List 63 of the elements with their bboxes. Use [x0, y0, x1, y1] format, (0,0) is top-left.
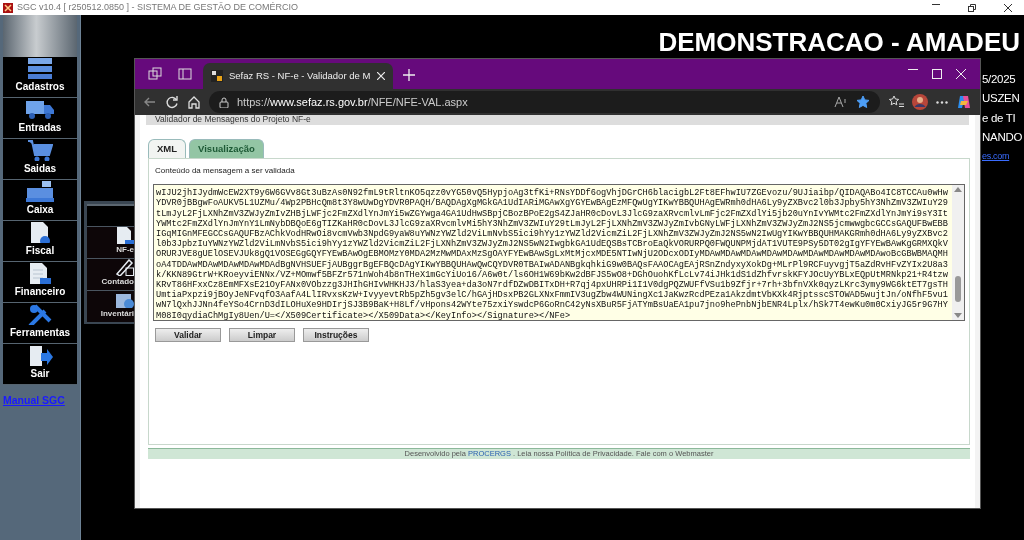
minimize-icon[interactable]	[908, 69, 918, 71]
sidebar-item[interactable]: Fiscal	[3, 221, 77, 262]
read-aloud-icon[interactable]	[834, 96, 848, 108]
more-menu-icon[interactable]	[936, 100, 948, 104]
tab[interactable]: Visualização	[189, 139, 264, 159]
window-title: SGC v10.4 [ r250512.0850 ] - SISTEMA DE GESTÃO DE COMÉRCIO	[17, 0, 299, 14]
copilot-icon[interactable]	[956, 94, 972, 110]
database-icon	[26, 57, 54, 79]
tools-icon	[27, 303, 53, 325]
document-icon	[117, 227, 134, 244]
sidebar-item[interactable]: Financeiro	[3, 262, 77, 303]
banner-title: DEMONSTRACAO - AMADEU	[658, 26, 1020, 59]
action-button[interactable]: Instruções	[303, 328, 369, 343]
pen-icon	[116, 259, 134, 276]
message-field[interactable]: wIJU2jhIJydmWcEW2XT9y6W6GVv8Gt3uBzAs0N92fmL9tRltnKO5qzz0vYG50vQ5HypjoAg3tfKi+RNsYDDf6ogVhjDGrCH6blacigbL2Ft8EFhwIU7ZGEvozu/9UJiaibp/QIDAQABo4IC8TCCAu0wHwYDVR0jBBgwFoAUKV5L1UZMu/4Wp2PBHcQm8t3Y8wUwDgYDVR0PAQH/BAQDAgXgMGkGA1UdIARiMGAwXgYGYEwBAgEzMFQwUgYIKwYBBQUHAgEWRmh0dHA6Ly9yZXBvc2l0b3Jpby5hY3NhZmV3ZWIuY29tLmJyL2FjLXNhZmV3ZWJyZmIvZHBjLWFjc2FmZXdlYnJmYi5wZGYwga4GA1UdHwSBpjCBozBPoE2gS4ZJaHR0cDovL3JlcG9zaXRvcmlvLmFjc2FmZXdlYi5jb20uYnIvYWMtc2FmZXdlYnJmYi9sY3ItYWMtc2FmZXdlYnJmYnY1LmNybDBQoE6gTIZKaHR0cDovL3JlcG9zaXRvcmlvMi5hY3NhZmV3ZWIuY29tLmJyL2FjLXNhZmV3ZWJyZmIvbGNyLWFjLXNhZmV3ZWJyZmJ2NS5jcmwwgbcGCCsGAQUFBwEBBIGqMIGnMFEGCCsGAQUFBzAChkVodHRwOi8vcmVwb3NpdG9yaW8uYWNzYWZld2ViLmNvbS5ici9hYy1zYWZld2VicmZiL2FjLXNhZmV3ZWJyZmJ2NS5wN2IwUgYIKwYBBQUHMAKGRmh0dHA6Ly9yZXBvc2l0b3JpbzIuYWNzYWZld2ViLmNvbS5ici9hYy1zYWZld2VicmZiL2FjLXNhZmV3ZWJyZmJ2NS5wN2IwgbkGA1UdEQSBsTCBroEaQkVORURPQ0FWQUNPMjdAT1VUTE9PSy5DT02gIgYFYEwBAwKgGRMXQkVORURJVE8gUElOSEVJUk8gQ1VOSEGgGQYFYEwBAwOgEBMOMzY0MDA2MzMwMDAxMzSgOAYFYEwBAwSgLxMtMjcxMDE5NTIwNjU2ODcxODIyMDAwMDAwMDAwMDAwMDAwMDAwMDAwMDAwMDAwoBcGBWBMAQMHoA4TDDAwMDAwMDAwMDAwMDAdBgNVHSUEFjAUBggrBgEFBQcDAgYIKwYBBQUHAwQwCQYDVR0TBAIwADANBgkqhkiG9w0BAQsFAAOCAgEAjRSnZndyxyXokDg+MLrPl9RCFuyvgjT5aZdRvHFvZYIx2U8a3k/KKN89GtrW+KRoeyviENNx/VZ+MOmwf5BFZr571nWoh4b8nTHeX1mGcYiUo16/A6w0t/ls6OH1W69bKw2dBFJS5wO8+DGhOuohKfLcLv74iJHk1dS1dZhfvrskKFYJOcUyYBLxEQpUtMRNkp21+R4tzwKRvT86HFxxCz8EmMFXsE21OyFANx0VObzzg3JHIhGHIvWHKHJ3/hlaS3yea+da3oN7rdfDZwDBITxDH+R7qj4pxUHRPi1I1V0dgPQZWUFfVSu1b9Zfjr+7rh+3bfnVXk0qyzLKrc3ymy9WG6ktET7gsTHUmtiaPxpzi9jBOyJeNFvqfO3AafA4LlIRvxsKzW+IvyyevtRb5pZh5gv3elC/hGAjHDsxPB2GLXNxFmmIV3ugZbw4WUNingXc1JaKwzRcdPEza1AkzdmtVbKXk4RjptsscSTOWAD5wujtJn/oNfhF5vu1wN7lQxhJJNn4feYSo4CrnD3dILOHuXe9HDIrjSJ3B9BaK+H8Lf/vHpons42WYte75zxiYswdcP6GoRnC42yNsXBuR5FjATYmBsUaEA1pu7jno9hePnbNjbENR4Lplx/hSk7T4ewKu0m0CxiyJG5r9G7HYM08I0qydiaChMgIy8Uen/U=</X509Certificate></X509Data></KeyInfo></Signature></NFe>	[153, 184, 965, 322]
browser-tab[interactable]: Sefaz RS - NF-e - Validador de M	[203, 63, 393, 89]
submenu-item[interactable]: Contado	[87, 258, 134, 290]
app-logo-icon	[3, 2, 13, 13]
new-tab-icon	[403, 69, 415, 81]
action-button[interactable]: Limpar	[229, 328, 295, 343]
restore-icon[interactable]	[968, 3, 976, 12]
sidebar-item[interactable]: Entradas	[3, 98, 77, 139]
scroll-up-icon[interactable]	[954, 187, 962, 193]
sidebar-item[interactable]: Sair	[3, 344, 77, 385]
scrollbar-thumb[interactable]	[955, 275, 961, 302]
truck-icon	[25, 98, 55, 120]
favorite-star-icon[interactable]	[856, 95, 870, 109]
reload-icon[interactable]	[165, 95, 179, 109]
page-header: Validador de Mensagens do Projeto NF-e	[146, 115, 969, 125]
site-icon	[211, 70, 223, 82]
submenu-header	[87, 204, 134, 226]
sidebar-item[interactable]: Ferramentas	[3, 303, 77, 344]
background-text: USZEN	[982, 91, 1021, 107]
back-icon[interactable]	[143, 95, 157, 109]
maximize-icon[interactable]	[932, 69, 942, 79]
minimize-icon[interactable]	[932, 3, 940, 6]
url-text: https://www.sefaz.rs.gov.br/NFE/NFE-VAL.aspx	[237, 94, 468, 110]
avatar-icon[interactable]	[912, 94, 928, 110]
address-bar[interactable]: https://www.sefaz.rs.gov.br/NFE/NFE-VAL.aspx	[209, 91, 880, 113]
document-icon	[28, 262, 52, 284]
close-tab-icon[interactable]	[377, 72, 385, 80]
submenu-item[interactable]: Inventári	[87, 290, 134, 322]
submenu-item[interactable]: NF-e	[87, 226, 134, 258]
exit-icon	[27, 344, 53, 366]
inventory-icon	[116, 291, 134, 308]
sidebar-item[interactable]: Saidas	[3, 139, 77, 180]
favorites-icon[interactable]	[888, 95, 904, 109]
sidebar-item[interactable]: Cadastros	[3, 57, 77, 98]
cash-register-icon	[25, 180, 55, 202]
tab[interactable]: XML	[148, 139, 187, 159]
close-icon[interactable]	[1004, 3, 1012, 12]
action-button[interactable]: Validar	[155, 328, 221, 343]
background-link[interactable]: es.com	[982, 150, 1023, 164]
home-icon[interactable]	[187, 95, 201, 109]
background-text: NANDO	[982, 129, 1023, 145]
scroll-down-icon[interactable]	[954, 313, 962, 319]
field-label: Conteúdo da mensagem a ser validada	[155, 165, 296, 178]
background-text: e de TI	[982, 110, 1017, 126]
cart-icon	[27, 139, 53, 161]
lock-icon	[219, 96, 229, 108]
document-icon	[29, 221, 51, 243]
sidebar-item[interactable]: Caixa	[3, 180, 77, 221]
background-text: 5/2025	[982, 72, 1017, 87]
